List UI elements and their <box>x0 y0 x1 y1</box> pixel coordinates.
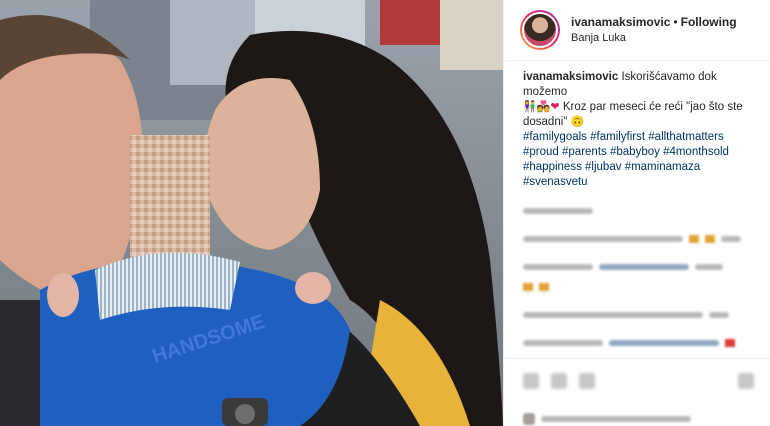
blurred-link <box>609 340 719 346</box>
avatar[interactable] <box>520 10 560 50</box>
post-photo-illustration: HANDSOME <box>0 0 503 426</box>
hashtag-link[interactable]: #proud <box>523 146 559 158</box>
blurred-text <box>523 264 593 270</box>
couple-emoji-icon: 💑 <box>536 101 551 113</box>
header-username[interactable]: ivanamaksimovic <box>571 15 670 29</box>
blurred-text <box>523 312 703 318</box>
hashtag-link[interactable]: #babyboy <box>610 146 660 158</box>
hashtag-link[interactable]: #allthatmatters <box>648 131 723 143</box>
heart-emoji-icon: ❤ <box>550 101 560 113</box>
caption-timestamp <box>523 204 756 218</box>
header-row: ivanamaksimovic • Following <box>571 15 737 30</box>
hashtag-link[interactable]: #parents <box>562 146 607 158</box>
instagram-post: HANDSOME ivanamaksimovic • Following Banja… <box>0 0 770 426</box>
header-separator: • <box>673 14 678 29</box>
post-side-panel: ivanamaksimovic • Following Banja Luka iva… <box>503 0 770 426</box>
liker-avatar[interactable] <box>523 413 535 425</box>
post-photo[interactable]: HANDSOME <box>0 0 503 426</box>
following-button[interactable]: Following <box>681 15 737 29</box>
blurred-text <box>523 236 683 242</box>
hashtag-link[interactable]: #ljubav <box>585 161 621 173</box>
hashtag-link[interactable]: #4monthsold <box>663 146 729 158</box>
blurred-text <box>523 208 593 214</box>
hashtag-link[interactable]: #familyfirst <box>590 131 645 143</box>
comment-row <box>523 308 756 322</box>
emoji-icon <box>689 235 699 243</box>
hashtag-link[interactable]: #happiness <box>523 161 582 173</box>
hashtag-link[interactable]: #familygoals <box>523 131 587 143</box>
blurred-text <box>541 416 691 422</box>
blurred-text <box>523 340 603 346</box>
smile-emoji-icon: 🙃 <box>570 116 585 128</box>
emoji-icon <box>539 283 549 291</box>
comment-row <box>523 336 756 350</box>
header-meta: ivanamaksimovic • Following Banja Luka <box>571 15 737 46</box>
comments-section: ivanamaksimovic Iskorišćavamo dok možemo… <box>504 61 770 356</box>
comment-icon[interactable] <box>551 373 567 389</box>
emoji-icon <box>523 283 533 291</box>
post-footer <box>504 358 770 425</box>
emoji-icon <box>725 339 735 347</box>
location-link[interactable]: Banja Luka <box>571 32 737 46</box>
action-bar <box>523 371 754 391</box>
family-emoji-icon: 👫 <box>523 101 537 113</box>
bookmark-icon[interactable] <box>738 373 754 389</box>
caption: ivanamaksimovic Iskorišćavamo dok možemo… <box>523 70 756 190</box>
likes-row <box>523 413 754 425</box>
comment-row <box>523 232 756 246</box>
like-icon[interactable] <box>523 373 539 389</box>
hashtag-link[interactable]: #svenasvetu <box>523 176 588 188</box>
caption-username[interactable]: ivanamaksimovic <box>523 71 618 83</box>
hashtag-link[interactable]: #maminamaza <box>625 161 700 173</box>
hashtag-list: #familygoals #familyfirst #allthatmatter… <box>523 130 756 190</box>
emoji-icon <box>705 235 715 243</box>
blurred-link <box>599 264 689 270</box>
comment-row <box>523 280 756 294</box>
blurred-text <box>709 312 729 318</box>
blurred-text <box>695 264 723 270</box>
share-icon[interactable] <box>579 373 595 389</box>
comment-row <box>523 260 756 274</box>
avatar-image <box>522 12 558 48</box>
post-header: ivanamaksimovic • Following Banja Luka <box>504 0 770 61</box>
blurred-text <box>721 236 741 242</box>
